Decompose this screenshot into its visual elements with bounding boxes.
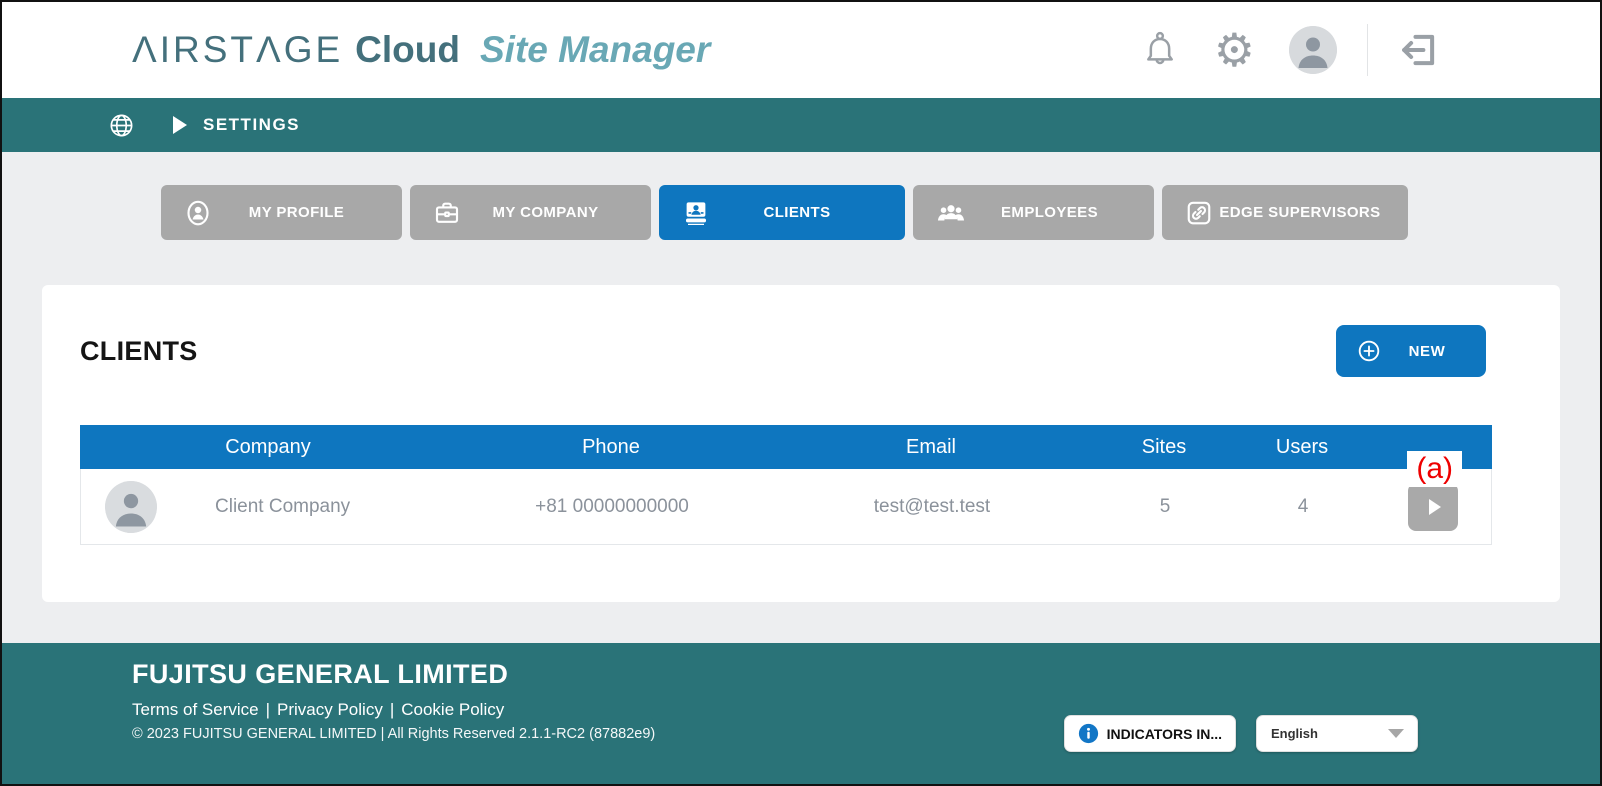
clients-panel-header: CLIENTS NEW	[42, 285, 1560, 377]
cell-company: Client Company	[201, 496, 457, 518]
brand-logo: ΛIRSTΛGE Cloud Site Manager	[132, 29, 710, 71]
cookie-policy-link[interactable]: Cookie Policy	[401, 700, 504, 719]
link-separator: |	[266, 700, 270, 719]
indicators-info-button[interactable]: INDICATORS IN...	[1064, 715, 1236, 752]
language-select[interactable]: English	[1256, 715, 1418, 752]
cell-phone: +81 00000000000	[457, 496, 767, 518]
id-badge-icon	[681, 198, 711, 228]
clients-panel: CLIENTS NEW Company Phone Email	[42, 285, 1560, 602]
brand-product: Site Manager	[480, 29, 710, 71]
col-header-company: Company	[80, 436, 456, 459]
clients-table-header: Company Phone Email Sites Users	[80, 425, 1492, 469]
tab-edge-supervisors[interactable]: EDGE SUPERVISORS	[1162, 185, 1408, 240]
col-header-sites: Sites	[1096, 436, 1232, 459]
language-value: English	[1271, 726, 1318, 741]
tab-my-profile[interactable]: MY PROFILE	[161, 185, 402, 240]
header-actions: ⚙	[1140, 24, 1440, 76]
brand-airstage: ΛIRSTΛGE	[132, 29, 343, 71]
user-avatar[interactable]	[1289, 26, 1337, 74]
bell-icon[interactable]	[1140, 28, 1180, 72]
chevron-down-icon	[1388, 729, 1404, 738]
client-avatar	[81, 481, 201, 533]
privacy-policy-link[interactable]: Privacy Policy	[277, 700, 383, 719]
indicators-label: INDICATORS IN...	[1107, 726, 1222, 742]
gear-glyph: ⚙	[1214, 28, 1255, 72]
tab-label: EDGE SUPERVISORS	[1214, 204, 1398, 221]
annotation-a: (a)	[1407, 451, 1462, 487]
link-separator: |	[390, 700, 394, 719]
tab-label: EMPLOYEES	[967, 204, 1144, 221]
header-divider	[1367, 24, 1368, 76]
group-icon	[935, 197, 967, 229]
col-header-phone: Phone	[456, 436, 766, 459]
col-header-users: Users	[1232, 436, 1372, 459]
tab-employees[interactable]: EMPLOYEES	[913, 185, 1154, 240]
terms-of-service-link[interactable]: Terms of Service	[132, 700, 259, 719]
chevron-right-icon	[1429, 499, 1441, 515]
main-content: MY PROFILE MY COMPANY	[2, 152, 1600, 643]
page-title: CLIENTS	[80, 336, 198, 367]
page-footer: FUJITSU GENERAL LIMITED Terms of Service…	[2, 643, 1600, 784]
tab-label: MY PROFILE	[213, 204, 392, 221]
brand-cloud: Cloud	[355, 29, 460, 71]
logout-icon[interactable]	[1398, 29, 1440, 71]
breadcrumb-section[interactable]: SETTINGS	[203, 115, 300, 135]
top-header: ΛIRSTΛGE Cloud Site Manager ⚙	[2, 2, 1600, 98]
briefcase-icon	[432, 198, 462, 228]
settings-tabs: MY PROFILE MY COMPANY	[161, 185, 1600, 240]
tab-label: MY COMPANY	[462, 204, 641, 221]
new-button-label: NEW	[1382, 343, 1486, 360]
footer-controls: INDICATORS IN... English	[1064, 715, 1418, 752]
profile-icon	[183, 198, 213, 228]
info-icon	[1078, 723, 1099, 744]
table-row[interactable]: Client Company +81 00000000000 test@test…	[80, 469, 1492, 545]
open-client-button[interactable]	[1408, 483, 1458, 531]
new-client-button[interactable]: NEW	[1336, 325, 1486, 377]
cell-actions	[1373, 483, 1493, 531]
link-square-icon	[1184, 198, 1214, 228]
cell-email: test@test.test	[767, 496, 1097, 518]
breadcrumb-arrow-icon	[173, 116, 187, 134]
cell-sites: 5	[1097, 496, 1233, 518]
tab-clients[interactable]: CLIENTS	[659, 185, 905, 240]
globe-icon[interactable]	[108, 112, 135, 139]
col-header-email: Email	[766, 436, 1096, 459]
footer-company-name: FUJITSU GENERAL LIMITED	[132, 659, 1600, 690]
app-window: ΛIRSTΛGE Cloud Site Manager ⚙	[0, 0, 1602, 786]
clients-table: Company Phone Email Sites Users	[80, 425, 1492, 545]
gear-icon[interactable]: ⚙	[1214, 28, 1255, 72]
cell-users: 4	[1233, 496, 1373, 518]
tab-label: CLIENTS	[711, 204, 895, 221]
tab-my-company[interactable]: MY COMPANY	[410, 185, 651, 240]
breadcrumb-bar: SETTINGS	[2, 98, 1600, 152]
plus-circle-icon	[1356, 338, 1382, 364]
